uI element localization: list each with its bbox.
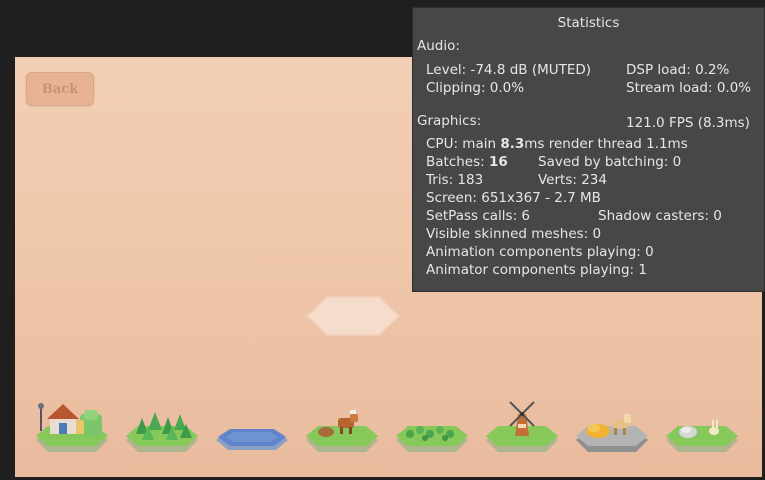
audio-header: Audio: — [417, 38, 460, 54]
statistics-panel: Statistics Audio: Level: -74.8 dB (MUTED… — [412, 7, 765, 292]
forest-tile-icon[interactable] — [122, 400, 202, 460]
dsp-load: DSP load: 0.2% — [626, 62, 730, 78]
animation-components: Animation components playing: 0 — [426, 244, 654, 260]
batches-line: Batches: 16 — [426, 154, 508, 170]
house-tile-icon[interactable] — [32, 400, 112, 460]
stream-load: Stream load: 0.0% — [626, 80, 752, 96]
windmill-tile-icon[interactable] — [482, 400, 562, 460]
placement-hex-icon[interactable] — [305, 295, 401, 337]
cpu-line: CPU: main 8.3ms render thread 1.1ms — [426, 136, 688, 152]
animals-tile-icon[interactable] — [302, 400, 382, 460]
batches-prefix: Batches: — [426, 154, 489, 170]
graphics-header: Graphics: — [417, 113, 482, 129]
stats-title: Statistics — [557, 15, 620, 31]
cpu-main-value: 8.3 — [500, 136, 525, 152]
cpu-prefix: CPU: main — [426, 136, 501, 152]
audio-level: Level: -74.8 dB (MUTED) — [426, 62, 592, 78]
water-tile-icon[interactable] — [212, 400, 292, 460]
fps-readout: 121.0 FPS (8.3ms) — [626, 115, 750, 131]
visible-skinned-meshes: Visible skinned meshes: 0 — [426, 226, 602, 242]
quarry-tile-icon[interactable] — [572, 400, 652, 460]
rock-tile-icon[interactable] — [662, 400, 742, 460]
batches-value: 16 — [489, 154, 508, 170]
crops-tile-icon[interactable] — [392, 400, 472, 460]
screen-info: Screen: 651x367 - 2.7 MB — [426, 190, 601, 206]
clipping: Clipping: 0.0% — [426, 80, 525, 96]
shadow-casters: Shadow casters: 0 — [598, 208, 722, 224]
tris: Tris: 183 — [426, 172, 484, 188]
back-button[interactable]: Back — [26, 72, 94, 106]
cpu-suffix: ms render thread 1.1ms — [524, 136, 688, 152]
verts: Verts: 234 — [538, 172, 607, 188]
animator-components: Animator components playing: 1 — [426, 262, 647, 278]
setpass-calls: SetPass calls: 6 — [426, 208, 530, 224]
saved-by-batching: Saved by batching: 0 — [538, 154, 682, 170]
